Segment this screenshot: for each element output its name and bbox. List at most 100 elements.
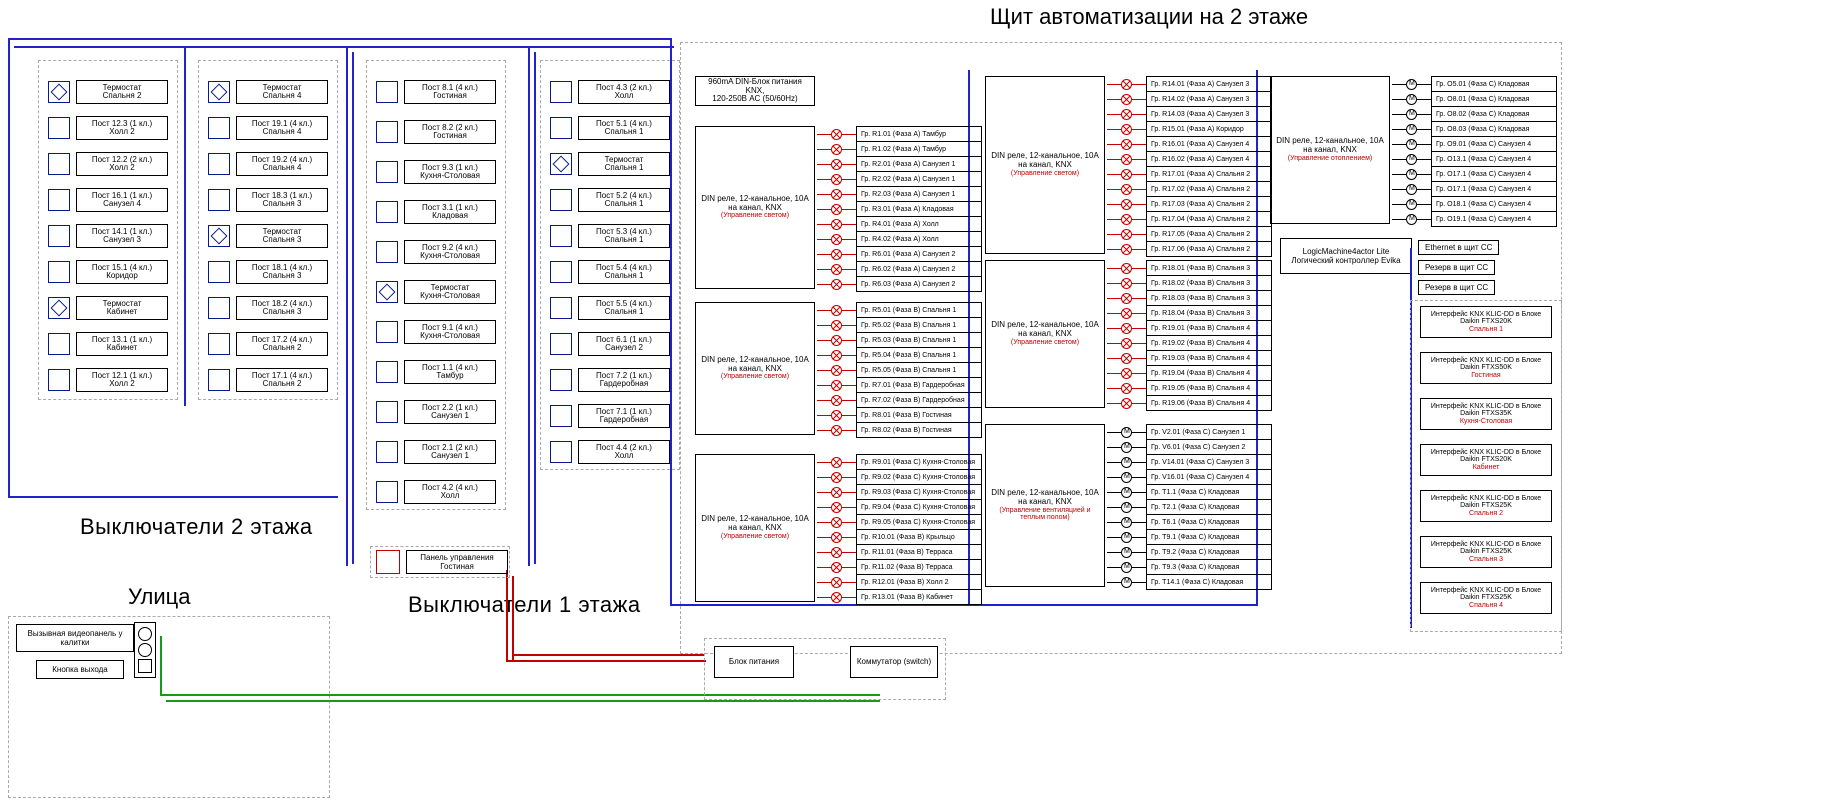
- relay-channel: Гр. R17.03 (Фаза А) Спальня 2: [1107, 196, 1272, 212]
- relay-channel-label: Гр. R17.06 (Фаза А) Спальня 2: [1146, 241, 1272, 257]
- relay-channel: Гр. R12.01 (Фаза В) Холл 2: [817, 574, 982, 590]
- relay-channel-label: Гр. R7.01 (Фаза В) Гардеробная: [856, 377, 982, 393]
- switch-label: Пост 12.2 (2 кл.)Холл 2: [76, 152, 168, 176]
- switch-item: Пост 5.5 (4 кл.)Спальня 1: [550, 296, 670, 320]
- relay-block-head: DIN реле, 12-канальное, 10А на канал, KN…: [695, 302, 815, 435]
- relay-channel-label: Гр. О9.01 (Фаза С) Санузел 4: [1431, 136, 1557, 152]
- relay-channel: MГр. О13.1 (Фаза С) Санузел 4: [1392, 151, 1557, 167]
- relay-channel: Гр. R7.02 (Фаза В) Гардеробная: [817, 392, 982, 408]
- relay-channel: Гр. R2.01 (Фаза А) Санузел 1: [817, 156, 982, 172]
- switch-icon: [550, 81, 572, 103]
- switch-item: Пост 2.2 (1 кл.)Санузел 1: [376, 400, 496, 424]
- switch-item: Пост 12.3 (1 кл.)Холл 2: [48, 116, 168, 140]
- relay-channel-label: Гр. R14.01 (Фаза А) Санузел 3: [1146, 76, 1272, 92]
- relay-channel-label: Гр. О18.1 (Фаза С) Санузел 4: [1431, 196, 1557, 212]
- relay-channel: MГр. T1.1 (Фаза С) Кладовая: [1107, 484, 1272, 500]
- switch-icon: [208, 297, 230, 319]
- switch-item: Пост 5.4 (4 кл.)Спальня 1: [550, 260, 670, 284]
- switch-icon: [376, 201, 398, 223]
- relay-channel-label: Гр. R19.06 (Фаза В) Спальня 4: [1146, 395, 1272, 411]
- relay-channel-label: Гр. R12.01 (Фаза В) Холл 2: [856, 574, 982, 590]
- relay-channel-label: Гр. V14.01 (Фаза С) Санузел 3: [1146, 454, 1272, 470]
- switch-item: Пост 5.2 (4 кл.)Спальня 1: [550, 188, 670, 212]
- relay-channel: Гр. R19.05 (Фаза В) Спальня 4: [1107, 380, 1272, 396]
- switch-label: Пост 9.3 (1 кл.)Кухня-Столовая: [404, 160, 496, 184]
- switch-icon: [550, 369, 572, 391]
- relay-channel-label: Гр. R17.04 (Фаза А) Спальня 2: [1146, 211, 1272, 227]
- switch-label: Пост 18.2 (4 кл.)Спальня 3: [236, 296, 328, 320]
- relay-channel-label: Гр. R1.01 (Фаза А) Тамбур: [856, 126, 982, 142]
- switch-item: ТермостатСпальня 3: [208, 224, 328, 248]
- relay-channel-label: Гр. R15.01 (Фаза А) Коридор: [1146, 121, 1272, 137]
- relay-channel-label: Гр. R4.01 (Фаза А) Холл: [856, 216, 982, 232]
- relay-channel: Гр. R5.04 (Фаза В) Спальня 1: [817, 347, 982, 363]
- relay-channel: MГр. О5.01 (Фаза С) Кладовая: [1392, 76, 1557, 92]
- relay-block-head: DIN реле, 12-канальное, 10А на канал, KN…: [985, 76, 1105, 254]
- switch-label: Пост 6.1 (1 кл.)Санузел 2: [578, 332, 670, 356]
- relay-channel-label: Гр. T1.1 (Фаза С) Кладовая: [1146, 484, 1272, 500]
- relay-channel-label: Гр. R16.01 (Фаза А) Санузел 4: [1146, 136, 1272, 152]
- thermostat-icon: [48, 81, 70, 103]
- relay-channel-label: Гр. V6.01 (Фаза С) Санузел 2: [1146, 439, 1272, 455]
- relay-channel-label: Гр. R6.02 (Фаза А) Санузел 2: [856, 261, 982, 277]
- relay-channel-label: Гр. R17.03 (Фаза А) Спальня 2: [1146, 196, 1272, 212]
- klic-interface: Интерфейс KNX KLIC-DD в Блоке Daikin FTX…: [1420, 444, 1552, 476]
- wire-red: [512, 654, 704, 656]
- switch-item: Пост 13.1 (1 кл.)Кабинет: [48, 332, 168, 356]
- switch-icon: [208, 189, 230, 211]
- switch-label: Пост 7.1 (1 кл.)Гардеробная: [578, 404, 670, 428]
- switch-label: Пост 15.1 (4 кл.)Коридор: [76, 260, 168, 284]
- relay-channel-label: Гр. R7.02 (Фаза В) Гардеробная: [856, 392, 982, 408]
- switch-item: Пост 19.2 (4 кл.)Спальня 4: [208, 152, 328, 176]
- switch-label: Пост 2.2 (1 кл.)Санузел 1: [404, 400, 496, 424]
- thermostat-icon: [376, 281, 398, 303]
- switch-label: ТермостатСпальня 1: [578, 152, 670, 176]
- relay-channel-label: Гр. T14.1 (Фаза С) Кладовая: [1146, 574, 1272, 590]
- switch-item: Пост 17.1 (4 кл.)Спальня 2: [208, 368, 328, 392]
- switch-icon: [208, 153, 230, 175]
- switch-item: Пост 18.1 (4 кл.)Спальня 3: [208, 260, 328, 284]
- switch-icon: [208, 333, 230, 355]
- panel-ctrl-label: Панель управленияГостиная: [406, 550, 508, 574]
- relay-channel-label: Гр. О8.02 (Фаза С) Кладовая: [1431, 106, 1557, 122]
- switch-item: Пост 12.1 (1 кл.)Холл 2: [48, 368, 168, 392]
- wire-blue: [968, 604, 1258, 606]
- wire-blue: [14, 46, 674, 48]
- wire-blue: [8, 38, 10, 498]
- relay-channel-label: Гр. R19.02 (Фаза В) Спальня 4: [1146, 335, 1272, 351]
- relay-channel-label: Гр. R2.02 (Фаза А) Санузел 1: [856, 171, 982, 187]
- relay-channel-label: Гр. T6.1 (Фаза С) Кладовая: [1146, 514, 1272, 530]
- switch-label: Пост 19.2 (4 кл.)Спальня 4: [236, 152, 328, 176]
- switch-icon: [550, 261, 572, 283]
- relay-channel: Гр. R19.04 (Фаза В) Спальня 4: [1107, 365, 1272, 381]
- switch-label: Пост 7.2 (1 кл.)Гардеробная: [578, 368, 670, 392]
- switch-item: ТермостатКабинет: [48, 296, 168, 320]
- reserve-1: Резерв в щит СС: [1418, 260, 1495, 275]
- switch-icon: [48, 369, 70, 391]
- switch-item: Пост 19.1 (4 кл.)Спальня 4: [208, 116, 328, 140]
- relay-channel: Гр. R2.02 (Фаза А) Санузел 1: [817, 171, 982, 187]
- relay-channel: MГр. T9.1 (Фаза С) Кладовая: [1107, 529, 1272, 545]
- wire-blue: [346, 46, 348, 566]
- relay-channel-label: Гр. R5.01 (Фаза В) Спальня 1: [856, 302, 982, 318]
- switch-item: Пост 4.4 (2 кл.)Холл: [550, 440, 670, 464]
- switch-icon: [48, 333, 70, 355]
- relay-channel-label: Гр. V16.01 (Фаза С) Санузел 4: [1146, 469, 1272, 485]
- relay-channel: Гр. R19.06 (Фаза В) Спальня 4: [1107, 395, 1272, 411]
- intercom-icon: [134, 622, 156, 678]
- title-panel-2: Щит автоматизации на 2 этаже: [990, 4, 1308, 30]
- relay-channel-label: Гр. О8.01 (Фаза С) Кладовая: [1431, 91, 1557, 107]
- switch-label: ТермостатСпальня 2: [76, 80, 168, 104]
- relay-channel-label: Гр. О17.1 (Фаза С) Санузел 4: [1431, 181, 1557, 197]
- switch-icon: [208, 261, 230, 283]
- switch-item: Пост 7.1 (1 кл.)Гардеробная: [550, 404, 670, 428]
- relay-channel-label: Гр. R16.02 (Фаза А) Санузел 4: [1146, 151, 1272, 167]
- switch-icon: [376, 401, 398, 423]
- relay-channel-label: Гр. R18.03 (Фаза В) Спальня 3: [1146, 290, 1272, 306]
- relay-channel: Гр. R8.02 (Фаза В) Гостиная: [817, 422, 982, 438]
- relay-channel: Гр. R9.05 (Фаза С) Кухня-Столовая: [817, 514, 982, 530]
- relay-channel-label: Гр. R19.04 (Фаза В) Спальня 4: [1146, 365, 1272, 381]
- wire-green: [166, 700, 880, 702]
- klic-interface: Интерфейс KNX KLIC-DD в Блоке Daikin FTX…: [1420, 306, 1552, 338]
- wire-red: [506, 570, 508, 660]
